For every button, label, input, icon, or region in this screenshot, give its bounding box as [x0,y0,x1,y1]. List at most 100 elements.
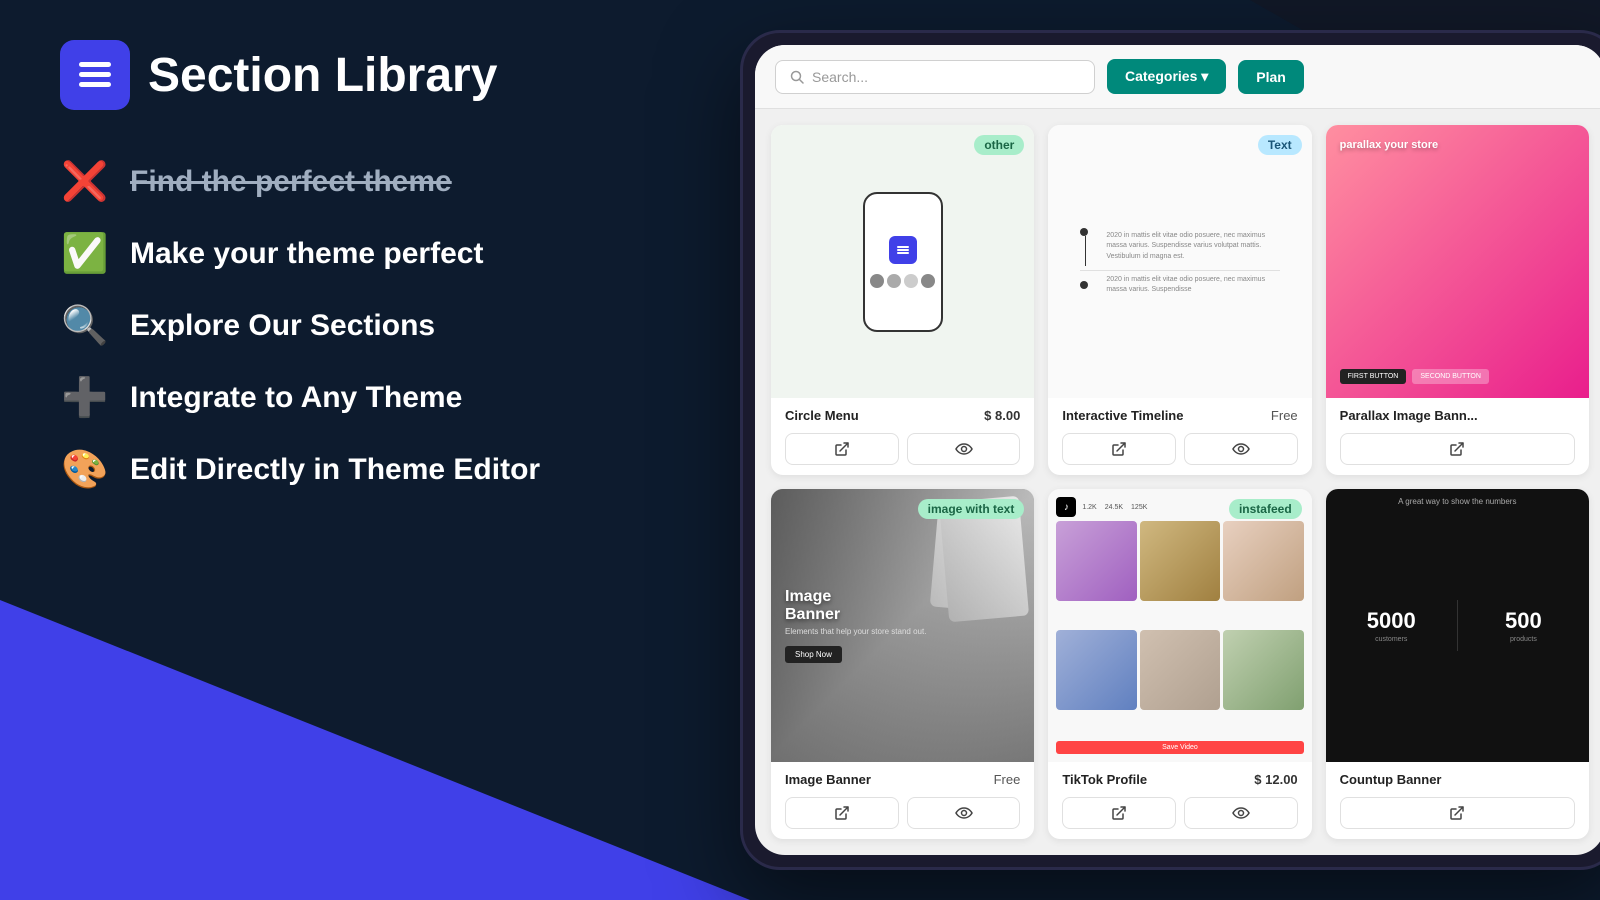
timeline-content: 2020 in mattis elit vitae odio posuere, … [1060,218,1299,306]
tiktok-thumb-3 [1223,521,1303,601]
card-actions-circle-menu [785,433,1020,465]
feature-emoji-3: ➕ [60,376,110,420]
feature-text-2: Explore Our Sections [130,309,435,343]
external-link-btn-countup[interactable] [1340,797,1575,829]
tiktok-stat-1: 1.2K [1082,504,1096,511]
left-panel: Section Library ❌ Find the perfect theme… [0,0,750,900]
timeline-dot-2 [1080,281,1088,289]
countup-item-2: 500 products [1458,600,1589,651]
external-link-btn-parallax[interactable] [1340,433,1575,465]
card-image-tiktok: instafeed ♪ 1.2K 24.5K 125K [1048,489,1311,762]
feature-text-1: Make your theme perfect [130,237,483,271]
card-tiktok: instafeed ♪ 1.2K 24.5K 125K [1048,489,1311,839]
badge-image-banner: image with text [918,499,1025,519]
card-title-row-tiktok: TikTok Profile $ 12.00 [1062,772,1297,787]
card-footer-countup: Countup Banner [1326,762,1589,839]
timeline-vert-1 [1085,236,1086,266]
tablet-frame: Search... Categories ▾ Plan other [740,30,1600,870]
card-price-image-banner: Free [994,772,1021,787]
plan-button[interactable]: Plan [1238,60,1304,94]
card-image-parallax: parallax your store FIRST BUTTON SECOND … [1326,125,1589,398]
countup-number-1: 5000 [1367,608,1416,634]
timeline-row-2: 2020 in mattis elit vitae odio posuere, … [1080,275,1279,296]
card-actions-parallax [1340,433,1575,465]
card-title-circle-menu: Circle Menu [785,408,859,423]
parallax-btn-second: SECOND BUTTON [1412,369,1489,384]
card-actions-timeline [1062,433,1297,465]
external-link-btn-circle-menu[interactable] [785,433,899,465]
countup-number-2: 500 [1505,608,1542,634]
external-link-btn-tiktok[interactable] [1062,797,1176,829]
external-link-icon [834,805,850,821]
phone-circles [870,274,935,288]
badge-timeline: Text [1258,135,1302,155]
phone-circle-3 [904,274,918,288]
tiktok-thumb-5 [1140,630,1220,710]
card-title-image-banner: Image Banner [785,772,871,787]
card-title-row-parallax: Parallax Image Bann... [1340,408,1575,423]
tablet-screen: Search... Categories ▾ Plan other [755,45,1600,855]
external-link-icon [1449,441,1465,457]
preview-btn-tiktok[interactable] [1184,797,1298,829]
external-link-icon [1449,805,1465,821]
tiktok-thumb-2 [1140,521,1220,601]
preview-btn-circle-menu[interactable] [907,433,1021,465]
feature-integrate: ➕ Integrate to Any Theme [60,376,690,420]
card-price-circle-menu: $ 8.00 [984,408,1020,423]
countup-label-1: customers [1375,636,1407,643]
logo-text: Section Library [148,48,497,103]
phone-circle-2 [887,274,901,288]
timeline-text-1: 2020 in mattis elit vitae odio posuere, … [1106,231,1279,263]
countup-heading-text: A great way to show the numbers [1326,497,1589,506]
search-bar[interactable]: Search... [775,60,1095,94]
card-footer-tiktok: TikTok Profile $ 12.00 [1048,762,1311,839]
countup-label-2: products [1510,636,1537,643]
card-price-tiktok: $ 12.00 [1254,772,1297,787]
preview-btn-image-banner[interactable] [907,797,1021,829]
card-price-timeline: Free [1271,408,1298,423]
badge-tiktok: instafeed [1229,499,1302,519]
countup-item-1: 5000 customers [1326,600,1458,651]
card-footer-timeline: Interactive Timeline Free [1048,398,1311,475]
card-image-circle-menu: other [771,125,1034,398]
logo-svg [74,54,116,96]
timeline-row-1: 2020 in mattis elit vitae odio posuere, … [1080,228,1279,266]
eye-icon [955,806,973,820]
feature-list: ❌ Find the perfect theme ✅ Make your the… [60,160,690,492]
eye-icon [1232,442,1250,456]
card-circle-menu: other [771,125,1034,475]
tiktok-grid [1056,521,1303,735]
banner-subtitle: Elements that help your store stand out. [785,627,1020,636]
timeline-dot-1 [1080,228,1088,236]
card-title-row-image-banner: Image Banner Free [785,772,1020,787]
tiktok-stat-2: 24.5K [1105,504,1123,511]
eye-icon [1232,806,1250,820]
parallax-tagline: parallax your store [1340,139,1438,151]
toolbar: Search... Categories ▾ Plan [755,45,1600,109]
feature-text-0: Find the perfect theme [130,165,452,199]
right-panel: Search... Categories ▾ Plan other [740,30,1600,870]
parallax-buttons: FIRST BUTTON SECOND BUTTON [1340,369,1489,384]
card-image-banner: image with text ImageBanner Elements tha… [771,489,1034,839]
external-link-btn-image-banner[interactable] [785,797,899,829]
cards-grid: other [755,109,1600,855]
feature-find-theme: ❌ Find the perfect theme [60,160,690,204]
categories-label: Categories ▾ [1125,68,1208,85]
timeline-divider [1080,270,1279,271]
card-image-countup: A great way to show the numbers 5000 cus… [1326,489,1589,762]
card-countup: A great way to show the numbers 5000 cus… [1326,489,1589,839]
external-link-btn-timeline[interactable] [1062,433,1176,465]
tiktok-thumb-1 [1056,521,1136,601]
card-title-tiktok: TikTok Profile [1062,772,1147,787]
card-title-parallax: Parallax Image Bann... [1340,408,1478,423]
badge-circle-menu: other [974,135,1024,155]
plan-label: Plan [1256,69,1286,85]
card-footer-parallax: Parallax Image Bann... [1326,398,1589,475]
logo-icon [60,40,130,110]
preview-btn-timeline[interactable] [1184,433,1298,465]
search-icon [790,70,804,84]
categories-button[interactable]: Categories ▾ [1107,59,1226,94]
search-placeholder: Search... [812,69,868,85]
tiktok-follow-btn: Save Video [1056,741,1303,754]
timeline-text-2: 2020 in mattis elit vitae odio posuere, … [1106,275,1279,296]
